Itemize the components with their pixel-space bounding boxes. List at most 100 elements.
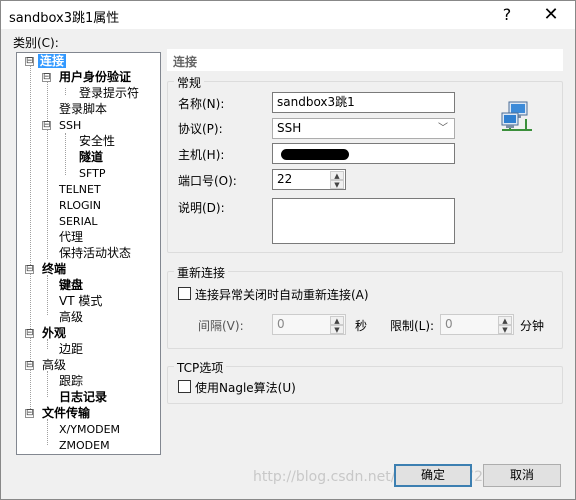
tree-item-serial[interactable]: SERIAL [59,214,97,229]
spin-up-icon[interactable]: ▲ [498,316,512,325]
network-computers-icon [501,101,532,131]
tree-item-file-transfer[interactable]: ⊟ 文件传输 [25,406,90,421]
tree-item-label: 高级 [42,358,67,372]
ok-button[interactable]: 确定 [394,464,472,487]
title-bar: sandbox3跳1属性 ? ✕ [1,1,575,29]
reconnect-group [167,271,563,349]
tree-item-label: 隧道 [79,150,104,164]
tree-item-terminal[interactable]: ⊟ 终端 [25,262,66,277]
tree-item-label: 终端 [42,262,67,276]
spin-up-icon[interactable]: ▲ [330,316,344,325]
minutes-unit: 分钟 [520,319,545,333]
tree-item-label: SFTP [79,167,106,180]
tree-item-vt-mode[interactable]: VT 模式 [59,294,102,309]
description-textarea[interactable] [272,198,455,244]
host-input[interactable] [272,143,455,164]
tree-item-logging[interactable]: 日志记录 [59,390,107,405]
tree-item-xymodem[interactable]: X/YMODEM [59,422,120,437]
help-button[interactable]: ? [485,1,529,29]
port-value: 22 [277,172,293,186]
tree-item-keyboard[interactable]: 键盘 [59,278,83,293]
tcp-options-title: TCP选项 [174,359,227,376]
tree-item-user-auth[interactable]: ⊟ 用户身份验证 [42,70,131,85]
cancel-button[interactable]: 取消 [483,464,561,487]
spin-down-icon[interactable]: ▼ [330,180,344,189]
interval-value: 0 [277,317,285,331]
category-tree[interactable]: ⊟ 连接 ⊟ 用户身份验证 登录提示符 登录脚本 ⊟ SSH 安全性 隧道 SF… [16,52,161,455]
tree-item-tunnel[interactable]: 隧道 [79,150,103,165]
reconnect-group-title: 重新连接 [174,264,229,281]
tree-item-zmodem[interactable]: ZMODEM [59,438,110,453]
tree-item-label: SERIAL [59,215,98,228]
nagle-label: 使用Nagle算法(U) [195,381,296,395]
tree-item-login-prompt[interactable]: 登录提示符 [79,86,139,101]
chevron-down-icon: ﹀ [438,123,448,134]
description-label: 说明(D): [178,201,225,215]
window-title: sandbox3跳1属性 [9,11,120,26]
nagle-checkbox[interactable] [178,380,191,393]
tree-item-label: ZMODEM [59,439,110,452]
limit-label: 限制(L): [390,319,435,333]
port-stepper[interactable]: 22 ▲ ▼ [272,169,346,190]
tree-item-margins[interactable]: 边距 [59,342,83,357]
interval-label: 间隔(V): [198,319,244,333]
tree-item-label: 外观 [42,326,67,340]
panel-header: 连接 [167,49,563,71]
collapse-icon[interactable]: ⊟ [25,265,34,274]
tree-item-label: 高级 [59,310,84,324]
category-label: 类别(C): [13,36,59,50]
tree-item-label: 文件传输 [42,406,91,420]
spin-down-icon[interactable]: ▼ [330,325,344,334]
tree-item-label: 边距 [59,342,84,356]
tree-item-login-script[interactable]: 登录脚本 [59,102,107,117]
interval-stepper[interactable]: 0 ▲ ▼ [272,314,346,335]
tree-item-security[interactable]: 安全性 [79,134,115,149]
port-label: 端口号(O): [178,174,237,188]
host-label: 主机(H): [178,148,225,162]
auto-reconnect-label: 连接异常关闭时自动重新连接(A) [195,288,369,302]
properties-dialog: sandbox3跳1属性 ? ✕ 类别(C): ⊟ 连接 ⊟ 用户身份验证 登录… [0,0,576,500]
tree-item-label: VT 模式 [59,294,103,308]
spin-up-icon[interactable]: ▲ [330,171,344,180]
auto-reconnect-checkbox[interactable] [178,287,191,300]
tree-item-label: 登录脚本 [59,102,108,116]
collapse-icon[interactable]: ⊟ [25,361,34,370]
tree-item-label: 跟踪 [59,374,84,388]
tree-item-terminal-advanced[interactable]: 高级 [59,310,83,325]
protocol-label: 协议(P): [178,122,223,136]
tree-item-keepalive[interactable]: 保持活动状态 [59,246,131,261]
collapse-icon[interactable]: ⊟ [42,121,51,130]
spin-down-icon[interactable]: ▼ [498,325,512,334]
tree-item-ssh[interactable]: ⊟ SSH [42,118,81,133]
tree-item-label: X/YMODEM [59,423,121,436]
collapse-icon[interactable]: ⊟ [42,73,51,82]
tree-item-trace[interactable]: 跟踪 [59,374,83,389]
tree-item-proxy[interactable]: 代理 [59,230,83,245]
limit-stepper[interactable]: 0 ▲ ▼ [440,314,514,335]
collapse-icon[interactable]: ⊟ [25,57,34,66]
tree-item-label: RLOGIN [59,199,102,212]
tree-item-advanced[interactable]: ⊟ 高级 [25,358,66,373]
close-button[interactable]: ✕ [529,1,573,29]
name-input[interactable]: sandbox3跳1 [272,92,455,113]
redacted-host-mark [281,149,349,160]
limit-value: 0 [445,317,453,331]
seconds-unit: 秒 [355,319,368,333]
tree-item-sftp[interactable]: SFTP [79,166,105,181]
general-group-title: 常规 [174,74,205,91]
tree-item-label: 连接 [38,54,67,68]
protocol-select[interactable]: SSH ﹀ [272,118,455,139]
tree-item-label: 登录提示符 [79,86,140,100]
tree-item-rlogin[interactable]: RLOGIN [59,198,101,213]
name-label: 名称(N): [178,97,225,111]
collapse-icon[interactable]: ⊟ [25,329,34,338]
protocol-value: SSH [277,121,302,135]
tree-item-label: SSH [59,119,82,132]
tree-item-appearance[interactable]: ⊟ 外观 [25,326,66,341]
tree-item-label: 键盘 [59,278,84,292]
tree-item-connection[interactable]: ⊟ 连接 [25,54,67,69]
tree-item-label: TELNET [59,183,101,196]
collapse-icon[interactable]: ⊟ [25,409,34,418]
tree-item-telnet[interactable]: TELNET [59,182,101,197]
tree-item-label: 代理 [59,230,84,244]
